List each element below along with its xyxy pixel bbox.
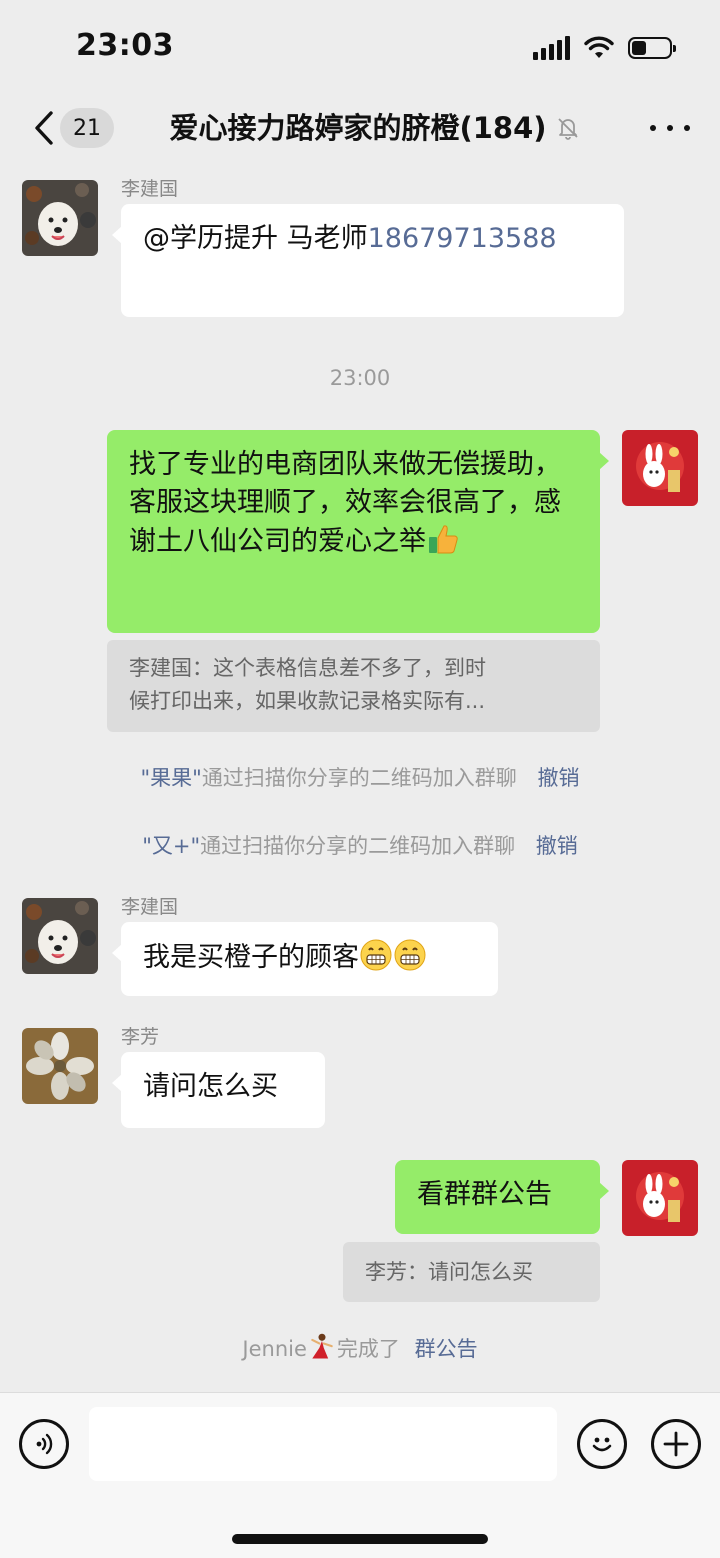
revoke-link[interactable]: 撤销 bbox=[536, 834, 578, 858]
sender-name: 李芳 bbox=[121, 1026, 160, 1048]
battery-level bbox=[632, 41, 647, 55]
system-message: "又+"通过扫描你分享的二维码加入群聊 撤销 bbox=[0, 830, 720, 860]
time-divider: 23:00 bbox=[329, 366, 391, 390]
rabbit-avatar-image bbox=[622, 1160, 698, 1236]
emoji-icon bbox=[592, 1437, 612, 1452]
home-indicator bbox=[232, 1534, 488, 1544]
quoted-message[interactable]: 李建国：这个表格信息差不多了，到时 候打印出来，如果收款记录格实际有... bbox=[107, 640, 600, 732]
quote-line: 候打印出来，如果收款记录格实际有... bbox=[129, 689, 486, 713]
dog-avatar-image bbox=[22, 180, 98, 256]
voice-button[interactable] bbox=[19, 1419, 69, 1469]
quote-line: 李建国：这个表格信息差不多了，到时 bbox=[129, 656, 486, 680]
bell-off-icon bbox=[557, 118, 578, 140]
system-message: Jennie 完成了 群公告 bbox=[0, 1332, 720, 1363]
system-text: 通过扫描你分享的二维码加入群聊 bbox=[200, 834, 516, 858]
chat-title-text: 爱心接力路婷家的脐橙(184) bbox=[169, 111, 547, 145]
message-text: 我是买橙子的顾客 bbox=[143, 942, 359, 973]
message-list[interactable]: 李建国 @学历提升 马老师18679713588 23:00 找了专业的电商团队… bbox=[0, 166, 720, 1392]
avatar-sender[interactable] bbox=[22, 180, 98, 256]
avatar-sender[interactable] bbox=[22, 898, 98, 974]
member-name[interactable]: "果果" bbox=[140, 766, 201, 790]
quoted-message[interactable]: 李芳：请问怎么买 bbox=[343, 1242, 600, 1302]
status-time: 23:03 bbox=[76, 28, 174, 63]
message-bubble-me[interactable]: 找了专业的电商团队来做无偿援助，客服这块理顺了，效率会很高了，感谢土八仙公司的爱… bbox=[107, 430, 609, 633]
voice-icon bbox=[36, 1433, 53, 1455]
unread-count-badge[interactable]: 21 bbox=[60, 108, 114, 148]
succulent-avatar-image bbox=[22, 1028, 98, 1104]
message-bubble[interactable]: @学历提升 马老师18679713588 bbox=[112, 204, 624, 317]
avatar-me[interactable] bbox=[622, 1160, 698, 1236]
more-button[interactable] bbox=[650, 116, 690, 140]
message-bubble[interactable]: 我是买橙子的顾客 bbox=[112, 922, 498, 996]
message-text: 请问怎么买 bbox=[143, 1071, 278, 1102]
plus-icon bbox=[663, 1431, 689, 1457]
dog-avatar-image bbox=[22, 898, 98, 974]
revoke-link[interactable]: 撤销 bbox=[538, 766, 580, 790]
add-button[interactable] bbox=[651, 1419, 701, 1469]
rabbit-avatar-image bbox=[622, 430, 698, 506]
dancer-emoji-icon bbox=[311, 1333, 333, 1359]
grin-emoji-icon bbox=[360, 939, 392, 971]
signal-icon bbox=[533, 36, 570, 60]
avatar-sender[interactable] bbox=[22, 1028, 98, 1104]
message-text: @学历提升 马老师 bbox=[143, 223, 368, 254]
chat-title: 爱心接力路婷家的脐橙(184) bbox=[150, 108, 600, 148]
message-text: 找了专业的电商团队来做无偿援助，客服这块理顺了，效率会很高了，感谢土八仙公司的爱… bbox=[129, 449, 561, 557]
chat-header: 21 爱心接力路婷家的脐橙(184) bbox=[0, 92, 720, 166]
status-bar: 23:03 bbox=[0, 0, 720, 92]
announcement-link[interactable]: 群公告 bbox=[415, 1337, 478, 1361]
system-text: 通过扫描你分享的二维码加入群聊 bbox=[201, 766, 517, 790]
status-icons bbox=[533, 34, 676, 62]
member-name[interactable]: "又+" bbox=[142, 834, 200, 858]
grin-emoji-icon bbox=[394, 939, 426, 971]
sender-name: 李建国 bbox=[121, 896, 179, 918]
sender-name: 李建国 bbox=[121, 178, 179, 200]
message-bubble-me[interactable]: 看群群公告 bbox=[395, 1160, 609, 1234]
phone-link[interactable]: 18679713588 bbox=[368, 223, 557, 254]
member-name: Jennie bbox=[242, 1337, 307, 1361]
message-text: 看群群公告 bbox=[417, 1179, 552, 1210]
more-dots-icon bbox=[650, 125, 656, 131]
quote-line: 李芳：请问怎么买 bbox=[365, 1260, 533, 1284]
chevron-left-icon bbox=[35, 111, 53, 145]
avatar-me[interactable] bbox=[622, 430, 698, 506]
message-input[interactable] bbox=[89, 1407, 557, 1481]
thumbs-up-icon bbox=[429, 525, 458, 554]
emoji-button[interactable] bbox=[577, 1419, 627, 1469]
wifi-icon bbox=[584, 36, 614, 58]
system-text: 完成了 bbox=[336, 1337, 400, 1361]
back-button[interactable] bbox=[24, 108, 64, 148]
system-message: "果果"通过扫描你分享的二维码加入群聊 撤销 bbox=[0, 762, 720, 792]
battery-icon bbox=[628, 37, 676, 59]
message-bubble[interactable]: 请问怎么买 bbox=[112, 1052, 325, 1128]
